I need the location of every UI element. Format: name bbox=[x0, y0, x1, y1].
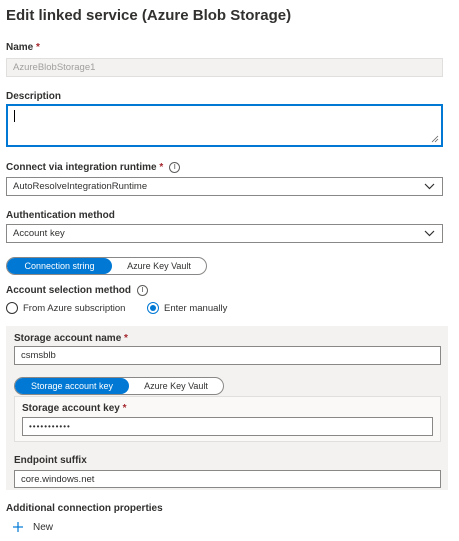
storage-name-label: Storage account name * bbox=[14, 333, 128, 344]
storage-key-value: ••••••••••• bbox=[29, 422, 71, 431]
tab-storage-account-key[interactable]: Storage account key bbox=[15, 378, 129, 394]
chevron-down-icon bbox=[422, 227, 436, 241]
account-selection-label: Account selection method i bbox=[6, 285, 149, 296]
storage-key-label-text: Storage account key bbox=[22, 403, 120, 414]
connection-toggle: Connection string Azure Key Vault bbox=[6, 257, 207, 275]
radio-from-azure-subscription[interactable]: From Azure subscription bbox=[6, 302, 125, 314]
key-toggle: Storage account key Azure Key Vault bbox=[14, 377, 224, 395]
name-input[interactable]: AzureBlobStorage1 bbox=[6, 58, 443, 77]
storage-account-key-input[interactable]: ••••••••••• bbox=[22, 417, 433, 436]
info-icon[interactable]: i bbox=[137, 285, 149, 296]
radio-enter-manually[interactable]: Enter manually bbox=[147, 302, 227, 314]
account-selection-label-text: Account selection method bbox=[6, 285, 132, 296]
info-icon[interactable]: i bbox=[169, 162, 181, 173]
runtime-label: Connect via integration runtime * i bbox=[6, 162, 181, 173]
text-caret bbox=[14, 110, 15, 122]
description-textarea[interactable] bbox=[6, 104, 443, 147]
endpoint-suffix-input[interactable]: core.windows.net bbox=[14, 470, 441, 488]
storage-account-name-input[interactable]: csmsblb bbox=[14, 346, 441, 365]
runtime-select[interactable]: AutoResolveIntegrationRuntime bbox=[6, 177, 443, 196]
tab-azure-key-vault[interactable]: Azure Key Vault bbox=[112, 258, 206, 274]
name-label-text: Name bbox=[6, 42, 34, 53]
tab-azure-key-vault[interactable]: Azure Key Vault bbox=[129, 378, 223, 394]
required-mark: * bbox=[122, 403, 127, 414]
required-mark: * bbox=[159, 162, 164, 173]
storage-key-label: Storage account key * bbox=[22, 403, 127, 414]
radio-circle bbox=[147, 302, 159, 314]
endpoint-value: core.windows.net bbox=[21, 473, 95, 485]
name-label: Name * bbox=[6, 42, 40, 53]
tab-connection-string[interactable]: Connection string bbox=[7, 258, 112, 274]
auth-select[interactable]: Account key bbox=[6, 224, 443, 243]
required-mark: * bbox=[36, 42, 40, 53]
runtime-label-text: Connect via integration runtime bbox=[6, 162, 157, 173]
chevron-down-icon bbox=[422, 180, 436, 194]
required-mark: * bbox=[124, 333, 128, 344]
new-label: New bbox=[33, 521, 54, 533]
additional-properties-label: Additional connection properties bbox=[6, 503, 163, 514]
new-property-button[interactable]: New bbox=[12, 521, 53, 533]
storage-name-value: csmsblb bbox=[21, 350, 56, 361]
page-title: Edit linked service (Azure Blob Storage) bbox=[6, 7, 292, 24]
radio-label: Enter manually bbox=[164, 302, 228, 314]
runtime-value: AutoResolveIntegrationRuntime bbox=[13, 181, 148, 192]
resize-grip-icon[interactable] bbox=[431, 135, 439, 143]
name-value: AzureBlobStorage1 bbox=[13, 62, 96, 73]
description-label: Description bbox=[6, 91, 62, 102]
auth-label: Authentication method bbox=[6, 210, 115, 221]
auth-value: Account key bbox=[13, 228, 65, 239]
radio-circle bbox=[6, 302, 18, 314]
storage-name-label-text: Storage account name bbox=[14, 333, 122, 344]
endpoint-label: Endpoint suffix bbox=[14, 455, 87, 466]
radio-label: From Azure subscription bbox=[23, 302, 126, 314]
plus-icon bbox=[13, 522, 23, 532]
